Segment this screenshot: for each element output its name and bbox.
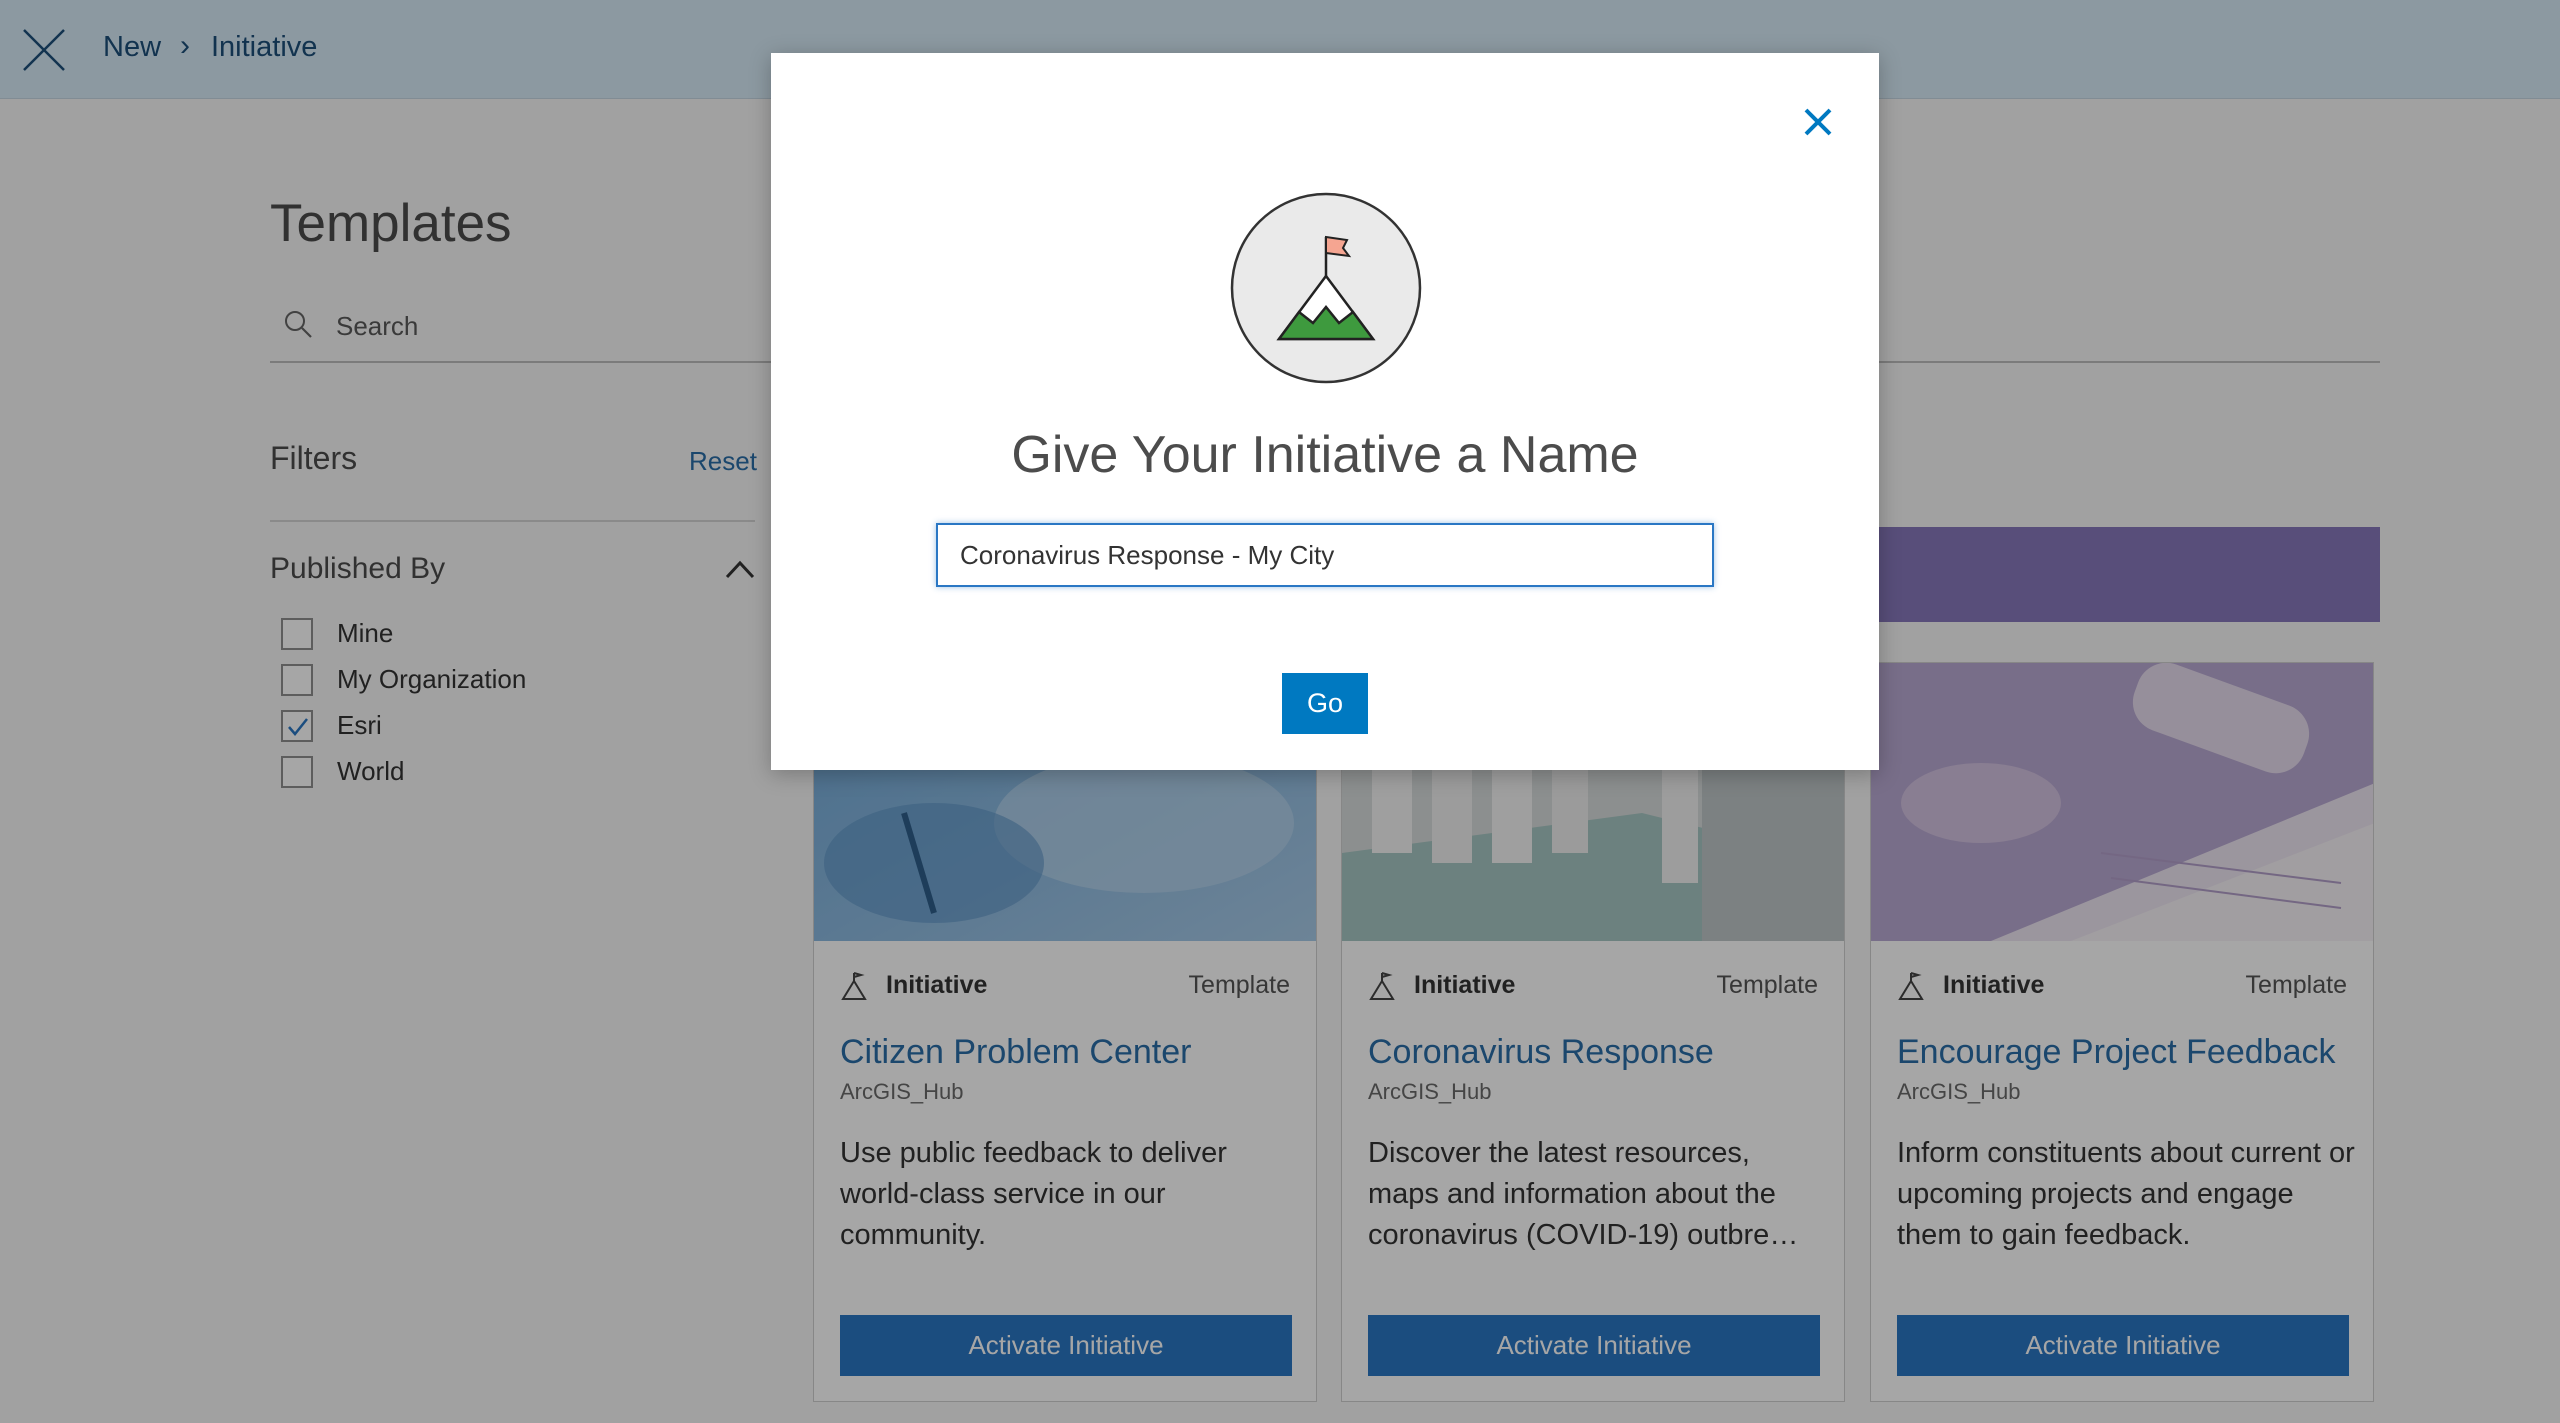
go-button[interactable]: Go bbox=[1282, 673, 1368, 734]
close-icon[interactable] bbox=[1802, 106, 1834, 138]
dialog-title: Give Your Initiative a Name bbox=[1011, 426, 1639, 484]
name-initiative-dialog: Give Your Initiative a Name Go bbox=[771, 53, 1879, 770]
mountain-flag-icon bbox=[1230, 192, 1422, 384]
initiative-name-input[interactable] bbox=[936, 523, 1714, 587]
